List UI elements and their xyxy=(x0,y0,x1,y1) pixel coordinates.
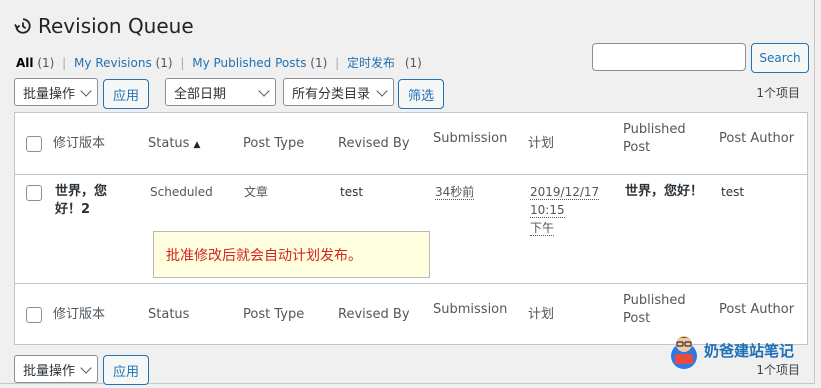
chevron-down-icon xyxy=(376,85,388,97)
bulk-action-select[interactable]: 批量操作 xyxy=(14,78,98,106)
schedule-date: 2019/12/17 xyxy=(530,185,600,200)
column-footer-revision[interactable]: 修订版本 xyxy=(53,306,105,324)
chevron-down-icon xyxy=(80,362,92,374)
column-footer-revised-by[interactable]: Revised By xyxy=(338,306,410,324)
column-footer-published-post[interactable]: Published Post xyxy=(623,292,693,328)
column-footer-post-author[interactable]: Post Author xyxy=(719,301,794,319)
column-header-revised-by[interactable]: Revised By xyxy=(338,135,410,153)
filter-my-published-count: (1) xyxy=(310,56,328,70)
column-header-status[interactable]: Status ▲ xyxy=(148,135,200,154)
app-window: Revision Queue All (1) | My Revisions (1… xyxy=(0,0,815,385)
page-title: Revision Queue xyxy=(38,14,194,38)
filter-my-revisions[interactable]: My Revisions xyxy=(74,56,152,70)
items-count: 1个项目 xyxy=(756,86,800,100)
schedule-ampm: 下午 xyxy=(530,221,555,236)
filter-scheduled-count: (1) xyxy=(404,56,422,70)
filter-my-revisions-count: (1) xyxy=(155,56,173,70)
watermark: 奶爸建站笔记 xyxy=(664,330,794,370)
bulk-action-value-bottom: 批量操作 xyxy=(23,363,76,379)
chevron-down-icon xyxy=(258,85,270,97)
annotation-note: 批准修改后就会自动计划发布。 xyxy=(153,231,430,278)
page-header: Revision Queue xyxy=(14,14,194,38)
category-filter-select[interactable]: 所有分类目录 xyxy=(283,78,394,106)
filter-my-published-posts[interactable]: My Published Posts xyxy=(192,56,306,70)
column-header-post-type[interactable]: Post Type xyxy=(243,135,304,153)
filter-separator: | xyxy=(335,56,340,70)
filter-separator: | xyxy=(62,56,67,70)
submission-value: 34秒前 xyxy=(435,185,475,200)
filter-button[interactable]: 筛选 xyxy=(398,79,444,109)
avatar-logo-icon xyxy=(671,336,697,369)
apply-button-bottom[interactable]: 应用 xyxy=(103,355,149,385)
column-header-post-author[interactable]: Post Author xyxy=(719,130,794,148)
filter-all-count: (1) xyxy=(37,56,55,70)
column-footer-post-type[interactable]: Post Type xyxy=(243,306,304,324)
select-all-checkbox-footer[interactable] xyxy=(26,307,42,323)
table-header-row: 修订版本 Status ▲ Post Type Revised By Submis… xyxy=(15,113,807,175)
column-header-published-post[interactable]: Published Post xyxy=(623,121,693,157)
bulk-action-select-bottom[interactable]: 批量操作 xyxy=(14,355,98,383)
watermark-text: 奶爸建站笔记 xyxy=(704,341,795,360)
history-icon xyxy=(14,18,31,34)
column-header-revision[interactable]: 修订版本 xyxy=(53,135,105,153)
category-filter-value: 所有分类目录 xyxy=(292,86,371,102)
schedule-time: 10:15 xyxy=(530,203,565,218)
column-footer-status[interactable]: Status xyxy=(148,306,189,324)
post-type-value: 文章 xyxy=(244,185,269,199)
column-footer-schedule[interactable]: 计划 xyxy=(528,306,554,324)
search-input[interactable] xyxy=(592,43,746,71)
chevron-down-icon xyxy=(80,85,92,97)
column-header-submission[interactable]: Submission xyxy=(433,130,507,148)
revision-title-link[interactable]: 世界，您好！2 xyxy=(55,183,125,219)
status-value: Scheduled xyxy=(150,185,213,199)
published-post-link[interactable]: 世界，您好！ xyxy=(625,183,715,201)
revisions-table: 修订版本 Status ▲ Post Type Revised By Submis… xyxy=(14,112,808,345)
bulk-action-value: 批量操作 xyxy=(23,86,76,102)
filter-scheduled[interactable]: 定时发布 xyxy=(347,56,395,70)
date-filter-select[interactable]: 全部日期 xyxy=(165,78,276,106)
post-author-link[interactable]: test xyxy=(721,183,744,201)
sort-ascending-icon: ▲ xyxy=(193,140,201,150)
date-filter-value: 全部日期 xyxy=(174,86,227,102)
status-filter-links: All (1) | My Revisions (1) | My Publishe… xyxy=(16,54,422,71)
revised-by-link[interactable]: test xyxy=(340,183,363,201)
search-button[interactable]: Search xyxy=(751,43,809,73)
row-checkbox[interactable] xyxy=(26,185,42,201)
filter-all[interactable]: All xyxy=(16,56,34,70)
column-header-schedule[interactable]: 计划 xyxy=(528,135,554,153)
select-all-checkbox[interactable] xyxy=(26,136,42,152)
apply-button[interactable]: 应用 xyxy=(103,79,149,109)
filter-separator: | xyxy=(180,56,185,70)
column-footer-submission[interactable]: Submission xyxy=(433,301,507,319)
